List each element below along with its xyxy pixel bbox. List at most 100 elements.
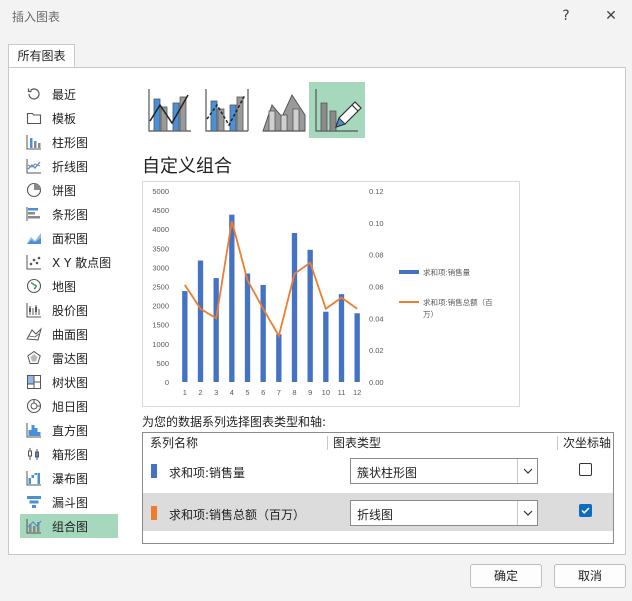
combo-type-custom[interactable] [309,82,365,138]
y2-tick-label: 0.12 [369,187,384,196]
sidebar-item-funnel[interactable]: 漏斗图 [20,490,118,514]
dialog-title: 插入图表 [12,10,61,24]
legend-label: 万） [423,310,438,319]
sidebar-item-label: 瀑布图 [52,471,89,486]
sidebar-item-label: 条形图 [52,207,89,222]
cancel-button[interactable]: 取消 [554,564,626,588]
sidebar-item-box-whisker[interactable]: 箱形图 [20,442,118,466]
select-divider [517,459,518,483]
sidebar-item-label: 组合图 [52,519,89,534]
column-chart-icon [25,133,43,151]
sidebar-item-pie[interactable]: 饼图 [20,178,118,202]
header-secondary-axis: 次坐标轴 [563,436,612,450]
combo-type-stacked-area-column[interactable] [256,82,312,138]
header-divider [327,436,328,450]
box-whisker-chart-icon [25,445,43,463]
sidebar-item-stock[interactable]: 股价图 [20,298,118,322]
surface-chart-icon [25,325,43,343]
sidebar-item-label: 饼图 [52,183,77,198]
bar [229,214,235,382]
y-tick-label: 4000 [152,225,169,234]
y-tick-label: 2000 [152,302,169,311]
y2-tick-label: 0.10 [369,219,384,228]
y-tick-label: 3500 [152,244,169,253]
checkmark-icon [581,507,590,514]
help-button[interactable]: ? [553,5,579,27]
combo-chart: 0 500 1000 1500 2000 2500 3000 3500 4000 4500 5000… [152,187,493,397]
y-tick-label: 2500 [152,283,169,292]
bar [354,313,360,382]
radar-chart-icon [25,349,43,367]
x-tick-label: 10 [322,388,330,397]
template-icon [25,109,43,127]
section-title: 自定义组合 [142,156,232,177]
histogram-chart-icon [25,421,43,439]
sidebar-item-label: 模板 [52,111,77,126]
sidebar-item-treemap[interactable]: 树状图 [20,370,118,394]
chart-type-select[interactable]: 簇状柱形图 [350,458,538,484]
header-chart-type: 图表类型 [333,436,382,450]
x-tick-label: 11 [338,388,346,397]
series-name: 求和项:销售量 [169,466,246,480]
chart-type-value: 折线图 [357,508,394,522]
tab-all-charts[interactable]: 所有图表 [8,44,75,68]
x-tick-label: 6 [261,388,265,397]
sidebar-item-histogram[interactable]: 直方图 [20,418,118,442]
area-chart-icon [25,229,43,247]
y-tick-label: 500 [156,359,169,368]
sidebar-item-recent[interactable]: 最近 [20,82,118,106]
secondary-axis-checkbox[interactable] [579,463,592,476]
sidebar-item-label: 折线图 [52,159,89,174]
close-button[interactable]: ✕ [598,5,624,27]
combo-type-clustered-column-line[interactable] [142,82,198,138]
chart-type-select[interactable]: 折线图 [350,500,538,526]
sidebar-item-label: 旭日图 [52,399,89,414]
header-divider [557,436,558,450]
sidebar-item-line[interactable]: 折线图 [20,154,118,178]
treemap-chart-icon [25,373,43,391]
series-name: 求和项:销售总额（百万） [169,508,306,522]
chart-preview: 0 500 1000 1500 2000 2500 3000 3500 4000 4500 5000… [142,181,520,407]
x-tick-label: 9 [308,388,312,397]
series-color-swatch [151,464,157,478]
bar [182,291,188,382]
series-color-swatch [151,506,157,520]
y2-tick-label: 0.08 [369,251,384,260]
y2-tick-label: 0.02 [369,346,384,355]
y-tick-label: 1000 [152,340,169,349]
sidebar-item-surface[interactable]: 曲面图 [20,322,118,346]
bar [338,294,345,382]
y-tick-label: 1500 [152,321,169,330]
title-bar: 插入图表 ? ✕ [0,0,632,32]
sidebar-item-bar[interactable]: 条形图 [20,202,118,226]
sidebar-item-scatter[interactable]: X Y 散点图 [20,250,118,274]
secondary-axis-checkbox[interactable] [579,504,592,517]
sidebar-item-map[interactable]: 地图 [20,274,118,298]
x-tick-label: 4 [230,388,234,397]
legend-label: 求和项:销售总额（百 [423,297,493,307]
sidebar-item-waterfall[interactable]: 瀑布图 [20,466,118,490]
pie-chart-icon [25,181,43,199]
sidebar-item-label: 雷达图 [52,351,89,366]
header-series-name: 系列名称 [150,436,199,450]
sidebar-item-label: 直方图 [52,423,89,438]
ok-button[interactable]: 确定 [470,564,542,588]
y-tick-label: 3000 [152,263,169,272]
sidebar-item-label: 曲面图 [52,327,89,342]
custom-combo-pencil-icon [315,89,362,132]
sidebar-item-area[interactable]: 面积图 [20,226,118,250]
x-tick-label: 7 [277,388,281,397]
y-tick-label: 5000 [152,187,169,196]
sidebar-item-radar[interactable]: 雷达图 [20,346,118,370]
combo-type-column-line-secondary[interactable] [199,82,255,138]
sidebar-item-template[interactable]: 模板 [20,106,118,130]
sidebar-item-sunburst[interactable]: 旭日图 [20,394,118,418]
sidebar-item-column[interactable]: 柱形图 [20,130,118,154]
sidebar-item-combo[interactable]: 组合图 [20,514,118,538]
waterfall-chart-icon [25,469,43,487]
x-tick-label: 3 [214,388,218,397]
sidebar-item-label: 漏斗图 [52,495,89,510]
sunburst-chart-icon [25,397,43,415]
bar [244,273,251,382]
chevron-down-icon [523,510,533,516]
